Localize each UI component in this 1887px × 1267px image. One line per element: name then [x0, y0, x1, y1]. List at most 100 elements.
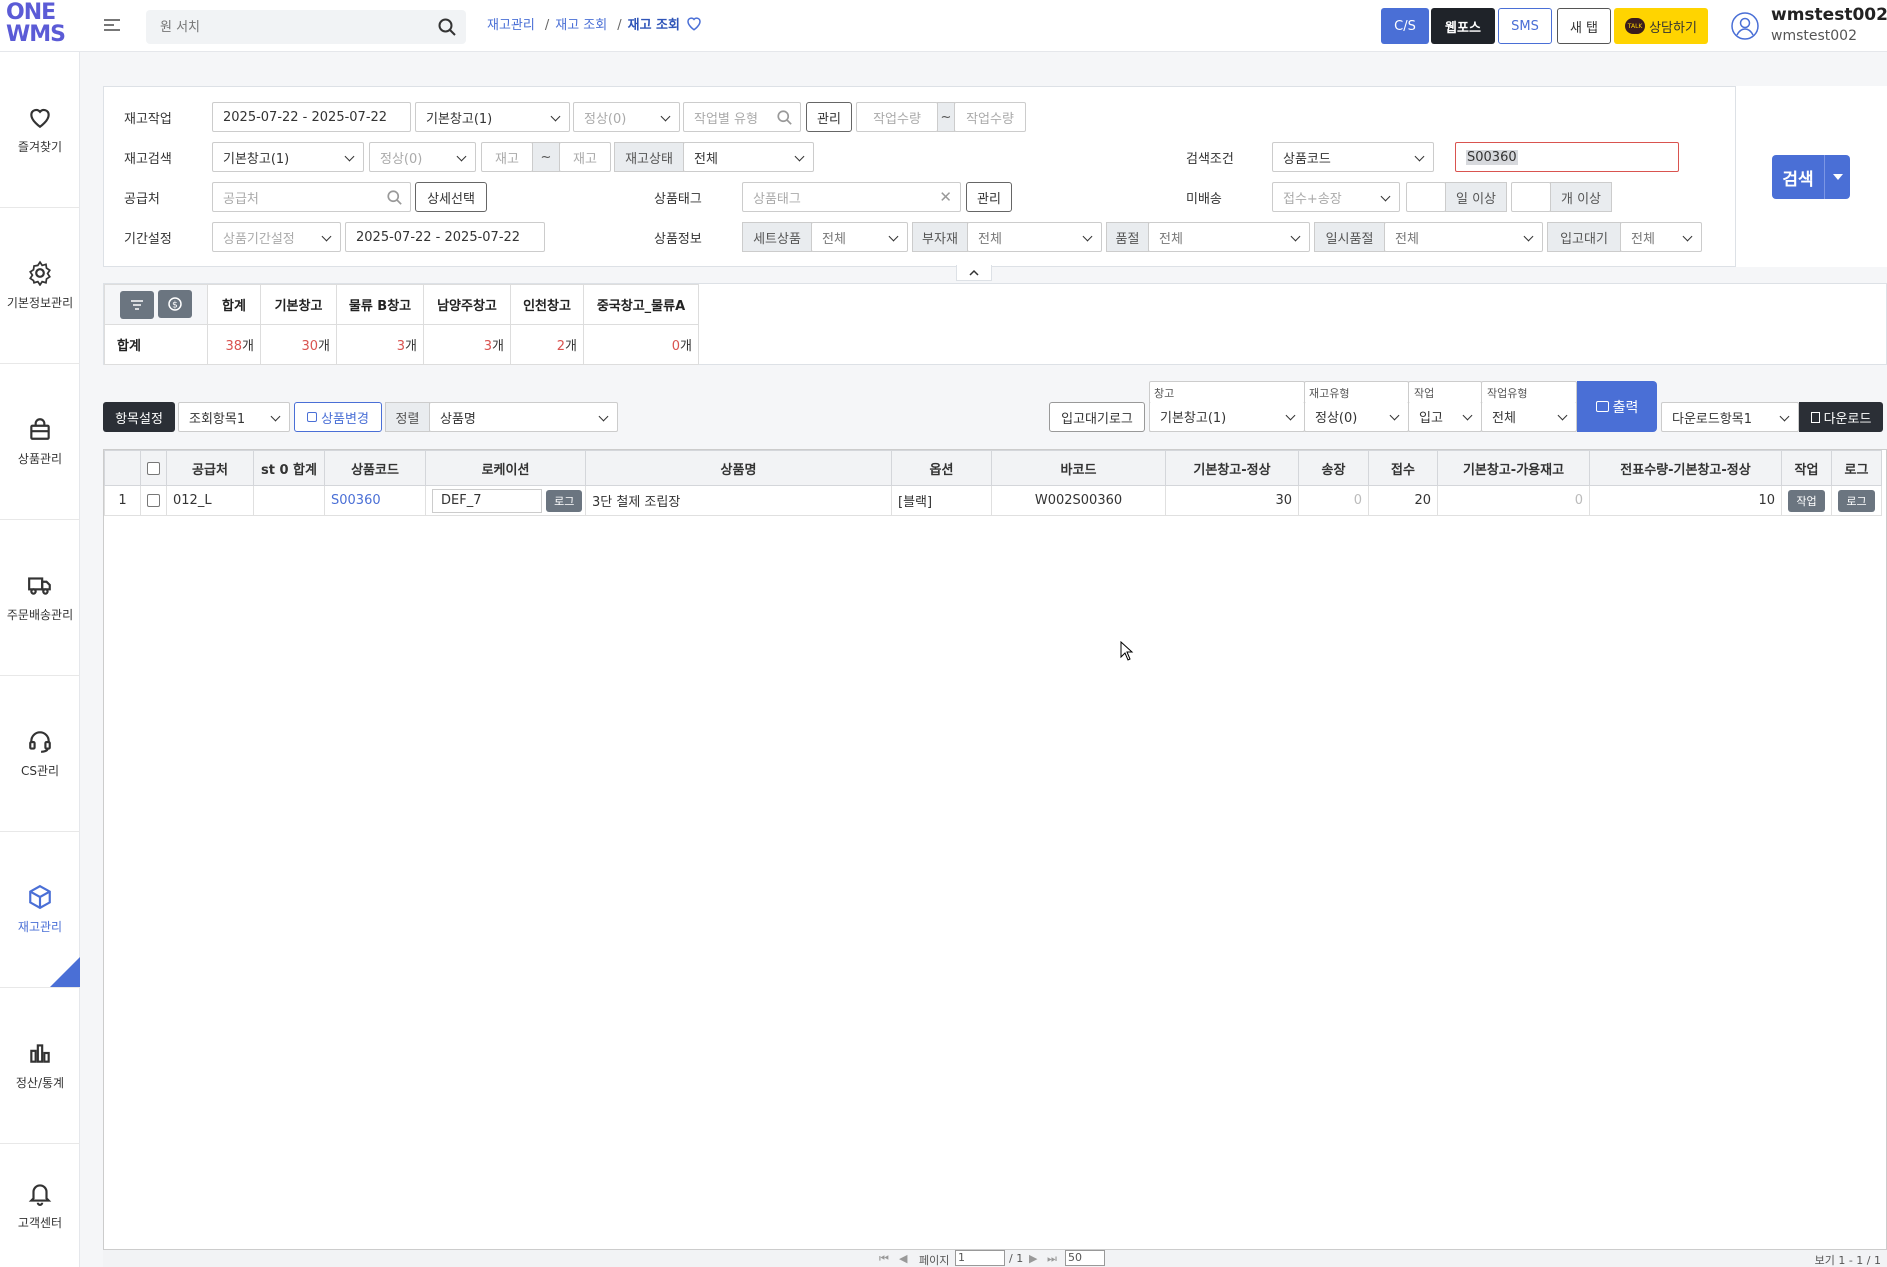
col-header-received[interactable]: 접수 [1368, 450, 1438, 486]
search-icon[interactable] [438, 18, 456, 36]
col-header-work[interactable]: 작업 [1781, 450, 1832, 486]
sidebar-item-support[interactable]: 고객센터 [0, 1144, 80, 1267]
download-button[interactable]: 다운로드 [1799, 402, 1883, 432]
sub-material-select[interactable]: 전체 [967, 222, 1102, 252]
view-item-select[interactable]: 조회항목1 [178, 402, 290, 432]
col-header-supplier[interactable]: 공급처 [166, 450, 254, 486]
period-date-range[interactable]: 2025-07-22 - 2025-07-22 [345, 222, 545, 252]
search-icon[interactable] [387, 190, 402, 205]
work-select[interactable]: 입고 [1408, 402, 1482, 432]
set-product-select[interactable]: 전체 [811, 222, 908, 252]
sort-select[interactable]: 상품명 [429, 402, 618, 432]
favorite-heart-icon[interactable] [685, 14, 703, 32]
work-type-input[interactable]: 작업별 유형 [683, 102, 801, 132]
cell-product-code-link[interactable]: S00360 [324, 485, 426, 516]
supplier-detail-select-button[interactable]: 상세선택 [415, 182, 487, 212]
breadcrumb-stock-mgmt[interactable]: 재고관리 [487, 18, 535, 33]
sidebar-item-stock[interactable]: 재고관리 [0, 832, 80, 988]
product-tag-input[interactable]: 상품태그 ✕ [742, 182, 961, 212]
global-search-input[interactable] [146, 10, 416, 44]
undelivered-select[interactable]: 접수+송장 [1272, 182, 1400, 212]
next-page-icon[interactable]: ▶ [1029, 1252, 1037, 1265]
location-log-button[interactable]: 로그 [546, 489, 583, 512]
stock-to-input[interactable]: 재고 [559, 142, 611, 172]
new-tab-button[interactable]: 새 탭 [1557, 8, 1611, 44]
sidebar-item-settlement[interactable]: 정산/통계 [0, 988, 80, 1144]
breadcrumb-stock-view[interactable]: 재고 조회 [555, 18, 607, 33]
cell-select[interactable] [140, 485, 167, 516]
table-row[interactable]: 1 012_L S00360 DEF_7 로그 3단 철제 조립장 [블랙] W… [104, 485, 1882, 516]
select-all-checkbox[interactable] [147, 461, 160, 475]
log-button[interactable]: 로그 [1838, 489, 1875, 512]
col-header-select-all[interactable] [140, 450, 167, 486]
col-header-normal[interactable]: 기본창고-정상 [1165, 450, 1299, 486]
sidebar-item-orders[interactable]: 주문배송관리 [0, 520, 80, 676]
currency-icon[interactable]: $ [158, 290, 192, 318]
row-checkbox[interactable] [147, 494, 160, 507]
cs-button[interactable]: C/S [1381, 8, 1429, 44]
collapse-filter-button[interactable] [956, 265, 992, 281]
first-page-icon[interactable]: ⏮ [879, 1252, 889, 1266]
stock-type-select[interactable]: 정상(0) [1304, 402, 1409, 432]
webpos-button[interactable]: 웹포스 [1431, 8, 1495, 44]
search-condition-select[interactable]: 상품코드 [1272, 142, 1434, 172]
work-button[interactable]: 작업 [1788, 489, 1825, 512]
print-button[interactable]: 출력 [1577, 381, 1657, 432]
col-header-product-name[interactable]: 상품명 [585, 450, 892, 486]
stock-work-date-range[interactable]: 2025-07-22 - 2025-07-22 [212, 102, 411, 132]
work-type-manage-button[interactable]: 관리 [806, 102, 852, 132]
product-tag-manage-button[interactable]: 관리 [966, 182, 1012, 212]
col-header-location[interactable]: 로케이션 [425, 450, 586, 486]
col-header-slip-qty[interactable]: 전표수량-기본창고-정상 [1589, 450, 1782, 486]
col-header-product-code[interactable]: 상품코드 [324, 450, 426, 486]
stock-work-warehouse-select[interactable]: 기본창고(1) [415, 102, 570, 132]
onewms-logo[interactable]: ONE WMS [6, 2, 66, 50]
sidebar-item-basic-info[interactable]: 기본정보관리 [0, 208, 80, 364]
product-change-button[interactable]: 상품변경 [294, 402, 382, 432]
last-page-icon[interactable]: ⏭ [1047, 1252, 1057, 1266]
search-icon[interactable] [777, 110, 792, 125]
user-avatar-icon[interactable] [1731, 12, 1759, 40]
warehouse-select[interactable]: 기본창고(1) [1149, 402, 1305, 432]
col-header-available[interactable]: 기본창고-가용재고 [1437, 450, 1590, 486]
stock-work-status-select[interactable]: 정상(0) [573, 102, 680, 132]
sms-button[interactable]: SMS [1498, 8, 1552, 44]
soldout-select[interactable]: 전체 [1148, 222, 1310, 252]
hamburger-menu-icon[interactable] [104, 16, 120, 34]
col-header-option[interactable]: 옵션 [891, 450, 992, 486]
user-name[interactable]: wmstest002 [1771, 5, 1887, 25]
period-select[interactable]: 상품기간설정 [212, 222, 341, 252]
filter-icon[interactable] [120, 291, 154, 319]
undelivered-days-input[interactable] [1406, 182, 1446, 212]
col-header-log[interactable]: 로그 [1831, 450, 1882, 486]
stock-search-status-select[interactable]: 정상(0) [369, 142, 476, 172]
search-condition-input[interactable]: S00360 [1455, 142, 1679, 172]
consult-button[interactable]: TALK 상담하기 [1614, 8, 1708, 44]
search-options-caret-icon[interactable] [1824, 155, 1850, 199]
col-header-barcode[interactable]: 바코드 [991, 450, 1166, 486]
search-button[interactable]: 검색 [1772, 155, 1850, 199]
download-item-select[interactable]: 다운로드항목1 [1661, 402, 1799, 432]
undelivered-count-input[interactable] [1511, 182, 1551, 212]
inbound-wait-log-button[interactable]: 입고대기로그 [1049, 402, 1145, 432]
page-input[interactable]: 1 [955, 1250, 1005, 1266]
stock-state-select[interactable]: 전체 [683, 142, 814, 172]
location-input[interactable]: DEF_7 [432, 488, 542, 513]
stock-search-warehouse-select[interactable]: 기본창고(1) [212, 142, 364, 172]
inbound-wait-select[interactable]: 전체 [1620, 222, 1702, 252]
col-header-invoice[interactable]: 송장 [1298, 450, 1369, 486]
sidebar-item-favorites[interactable]: 즐겨찾기 [0, 52, 80, 208]
sidebar-item-cs[interactable]: CS관리 [0, 676, 80, 832]
col-header-st0-total[interactable]: st 0 합계 [253, 450, 325, 486]
sidebar-item-products[interactable]: 상품관리 [0, 364, 80, 520]
stock-from-input[interactable]: 재고 [481, 142, 533, 172]
work-qty-to-input[interactable]: 작업수량 [954, 102, 1026, 132]
prev-page-icon[interactable]: ◀ [899, 1252, 907, 1265]
clear-icon[interactable]: ✕ [939, 188, 952, 206]
temp-soldout-select[interactable]: 전체 [1384, 222, 1543, 252]
work-type-select[interactable]: 전체 [1481, 402, 1577, 432]
item-settings-button[interactable]: 항목설정 [103, 402, 175, 432]
work-qty-from-input[interactable]: 작업수량 [856, 102, 938, 132]
page-size-select[interactable]: 50 [1065, 1250, 1105, 1266]
supplier-input[interactable]: 공급처 [212, 182, 411, 212]
